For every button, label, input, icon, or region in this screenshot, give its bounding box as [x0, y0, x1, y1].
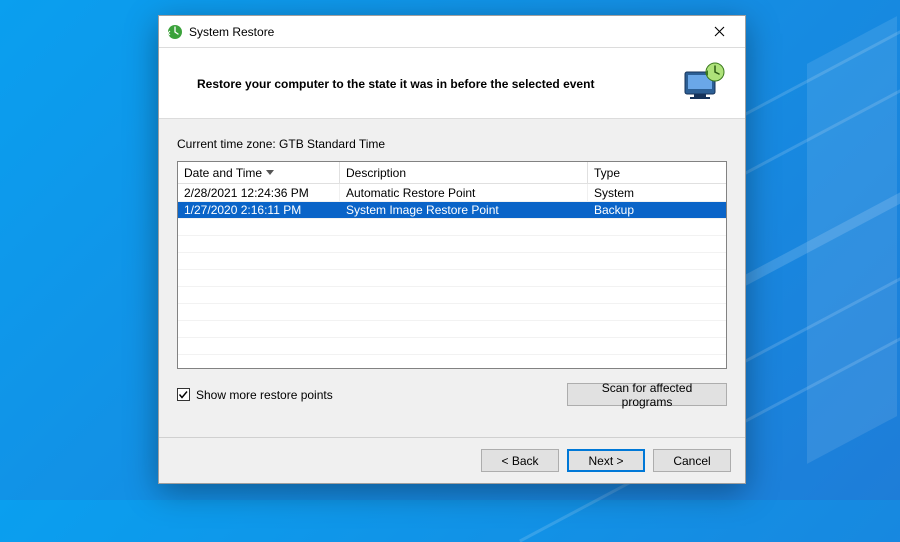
column-date-time[interactable]: Date and Time: [178, 162, 340, 183]
titlebar-title: System Restore: [189, 25, 699, 39]
cell-type: System: [588, 184, 726, 201]
back-button[interactable]: < Back: [481, 449, 559, 472]
cell-date: 1/27/2020 2:16:11 PM: [178, 201, 340, 218]
cancel-button[interactable]: Cancel: [653, 449, 731, 472]
column-description[interactable]: Description: [340, 162, 588, 183]
restore-monitor-icon: [679, 60, 727, 108]
table-row[interactable]: 1/27/2020 2:16:11 PMSystem Image Restore…: [178, 201, 726, 218]
scan-affected-programs-button[interactable]: Scan for affected programs: [567, 383, 727, 406]
show-more-restore-points-checkbox[interactable]: Show more restore points: [177, 388, 333, 402]
system-restore-dialog: System Restore Restore your computer to …: [158, 15, 746, 484]
close-icon: [714, 26, 725, 37]
cell-desc: System Image Restore Point: [340, 201, 588, 218]
timezone-label: Current time zone: GTB Standard Time: [177, 137, 727, 151]
table-header: Date and Time Description Type: [178, 162, 726, 184]
table-body: 2/28/2021 12:24:36 PMAutomatic Restore P…: [178, 184, 726, 368]
column-type[interactable]: Type: [588, 162, 726, 183]
next-button[interactable]: Next >: [567, 449, 645, 472]
cell-type: Backup: [588, 201, 726, 218]
wizard-body: Current time zone: GTB Standard Time Dat…: [159, 119, 745, 437]
close-button[interactable]: [699, 19, 739, 45]
system-restore-icon: [167, 24, 183, 40]
titlebar: System Restore: [159, 16, 745, 48]
restore-points-table: Date and Time Description Type 2/28/2021…: [177, 161, 727, 369]
cell-desc: Automatic Restore Point: [340, 184, 588, 201]
wizard-footer: < Back Next > Cancel: [159, 437, 745, 483]
wizard-header: Restore your computer to the state it wa…: [159, 48, 745, 119]
show-more-label: Show more restore points: [196, 388, 333, 402]
table-row[interactable]: 2/28/2021 12:24:36 PMAutomatic Restore P…: [178, 184, 726, 201]
checkbox-icon: [177, 388, 190, 401]
wizard-heading: Restore your computer to the state it wa…: [197, 77, 665, 91]
cell-date: 2/28/2021 12:24:36 PM: [178, 184, 340, 201]
